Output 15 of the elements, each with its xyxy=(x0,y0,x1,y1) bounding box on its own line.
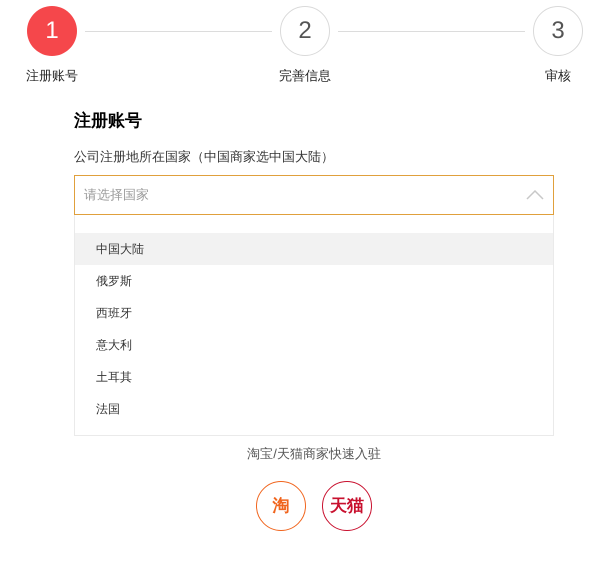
dropdown-option[interactable]: 西班牙 xyxy=(75,296,553,328)
field-label: 公司注册地所在国家（中国商家选中国大陆） xyxy=(74,148,335,166)
dropdown-option[interactable]: 土耳其 xyxy=(75,360,553,392)
step-label: 注册账号 xyxy=(26,67,78,85)
select-placeholder: 请选择国家 xyxy=(84,186,149,204)
form-title: 注册账号 xyxy=(74,110,143,132)
dropdown-option[interactable]: 法国 xyxy=(75,392,553,424)
chevron-up-icon xyxy=(526,190,544,200)
step-label: 完善信息 xyxy=(279,67,331,85)
dropdown-option[interactable]: 俄罗斯 xyxy=(75,264,553,296)
store-logo-button[interactable]: 天猫 xyxy=(322,481,372,531)
dropdown-option[interactable]: 中国大陆 xyxy=(75,232,553,264)
step-label: 审核 xyxy=(545,67,571,85)
quick-entry-caption: 淘宝/天猫商家快速入驻 xyxy=(246,444,382,462)
dropdown-option[interactable]: 意大利 xyxy=(75,328,553,360)
